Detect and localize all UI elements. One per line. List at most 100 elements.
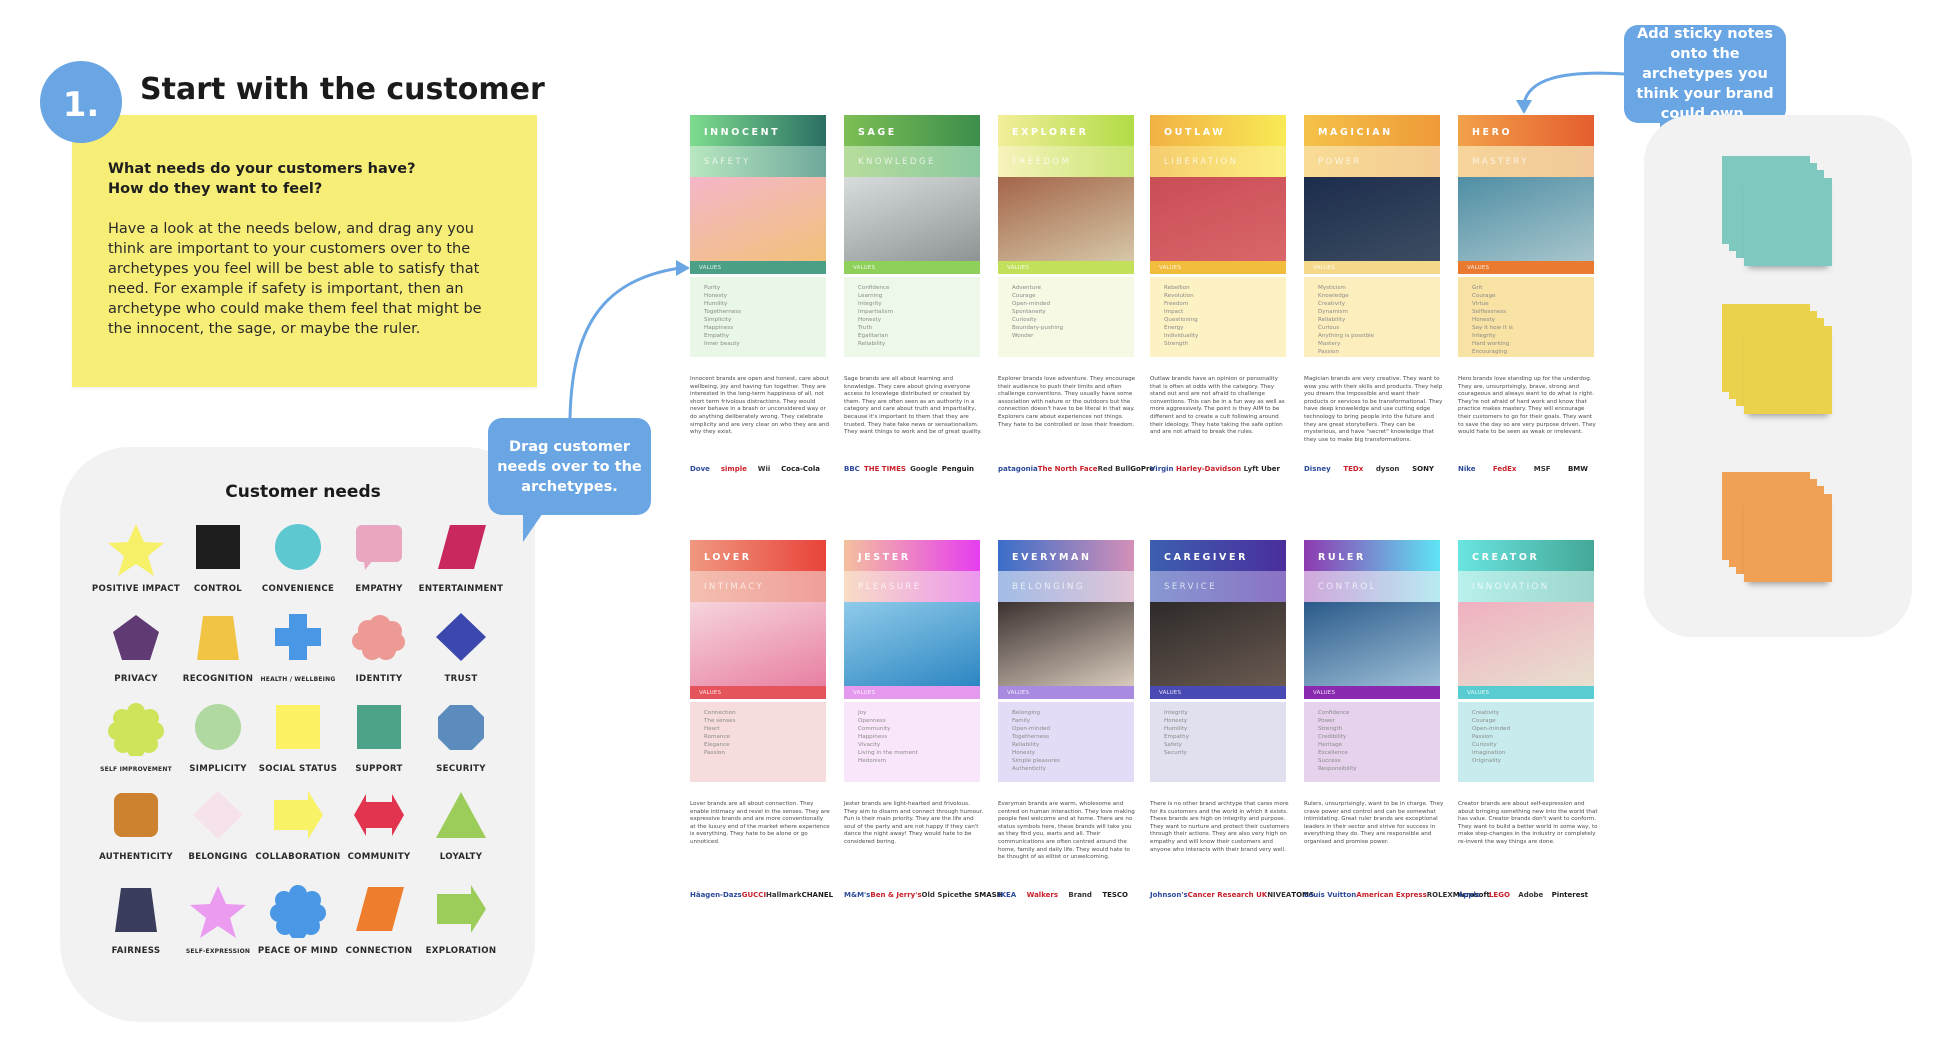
need-security[interactable]: Security	[413, 700, 509, 790]
archetype-value: Creativity	[1318, 301, 1346, 307]
archetype-value: Passion	[1472, 734, 1493, 740]
brand-logo: Pinterest	[1551, 891, 1588, 899]
sticky-note-stack-yellow[interactable]	[1722, 304, 1834, 416]
archetype-card-jester[interactable]: JESTER PLEASURE VALUES Joy Openness Commun…	[844, 540, 983, 847]
archetype-value: The senses	[704, 718, 736, 724]
need-loyalty[interactable]: Loyalty	[413, 788, 509, 878]
sticky-note[interactable]	[1744, 494, 1832, 582]
archetype-description: Jester brands are light-hearted and friv…	[844, 801, 984, 845]
brand-logo: Harley-Davidson	[1176, 465, 1242, 473]
archetype-value: Curious	[1318, 325, 1340, 331]
archetype-value: Togetherness	[1012, 734, 1050, 740]
archetype-value: Dynamism	[1318, 309, 1348, 315]
brand-logo: Ben & Jerry's	[870, 891, 922, 899]
brand-logo: IKEA	[998, 891, 1017, 899]
archetype-value: Creativity	[1472, 710, 1500, 716]
archetype-value: Authenticity	[1012, 766, 1046, 772]
archetype-card-hero[interactable]: HERO MASTERY VALUES Grit Courage Virtue Sel…	[1458, 115, 1596, 437]
intro-sticky-note[interactable]: What needs do your customers have? How d…	[72, 115, 537, 387]
archetype-values-list: Adventure Courage Open-minded Spontaneity Cu…	[998, 277, 1134, 357]
brand-logo: American Express	[1356, 891, 1427, 899]
need-exploration[interactable]: Exploration	[413, 882, 509, 972]
sticky-note[interactable]	[1744, 178, 1832, 266]
archetype-value: Courage	[1472, 293, 1496, 299]
sticky-note-stack-teal[interactable]	[1722, 156, 1834, 268]
intro-question-2: How do they want to feel?	[108, 181, 323, 197]
archetype-card-ruler[interactable]: RULER CONTROL VALUES Confidence Power Stre…	[1304, 540, 1443, 847]
archetype-value: Revolution	[1164, 293, 1194, 299]
archetype-value: Security	[1164, 750, 1187, 756]
archetype-value: Individuality	[1164, 333, 1199, 339]
archetype-value: Openness	[858, 718, 886, 724]
brand-logos-innocent: Dove simple Wii Coca-Cola	[690, 458, 826, 480]
sticky-note-stack-orange[interactable]	[1722, 472, 1834, 584]
archetype-card-everyman[interactable]: EVERYMAN BELONGING VALUES Belonging Famil…	[998, 540, 1135, 862]
brand-logo: Louis Vuitton	[1304, 891, 1357, 899]
archetype-card-magician[interactable]: MAGICIAN POWER VALUES Mysticism Knowledge…	[1304, 115, 1442, 444]
brand-logo: patagonia	[998, 465, 1038, 473]
intro-question-1: What needs do your customers have?	[108, 161, 416, 177]
need-label: Exploration	[425, 946, 497, 956]
archetype-photo	[1150, 177, 1286, 261]
brand-logo: GUCCI	[741, 891, 767, 899]
archetype-values-list: Integrity Honesty Humility Empathy Safety Sec…	[1150, 702, 1286, 782]
archetype-card-lover[interactable]: LOVER INTIMACY VALUES Connection The sens…	[690, 540, 830, 847]
archetype-value: Say it how it is	[1472, 325, 1513, 331]
archetype-description: There is no other brand archtype that ca…	[1150, 801, 1290, 853]
archetype-card-sage[interactable]: SAGE KNOWLEDGE VALUES Confidence Learning…	[844, 115, 982, 437]
archetype-name: EXPLORER	[998, 115, 1134, 146]
archetype-description: Lover brands are all about connection. T…	[690, 801, 830, 845]
brand-logo: Virgin	[1150, 465, 1174, 473]
archetype-value: Community	[858, 726, 891, 732]
archetype-value: Humility	[1164, 726, 1188, 732]
trapezoid-shape-icon	[115, 888, 157, 932]
arrow-shape-icon	[437, 885, 486, 933]
cloud-shape-icon	[352, 615, 405, 660]
sticky-note[interactable]	[1744, 326, 1832, 414]
need-entertainment[interactable]: Entertainment	[413, 520, 509, 610]
brand-logo: Lyft	[1243, 465, 1259, 473]
need-label: Collaboration	[255, 852, 341, 862]
archetype-value: Egalitarian	[858, 333, 889, 339]
archetype-description: Innocent brands are open and honest, car…	[690, 376, 830, 436]
brand-logos-explorer: patagonia The North Face Red Bull GoPro	[998, 458, 1154, 480]
parallelogram-shape-icon	[438, 525, 486, 569]
archetype-value: Imagination	[1472, 750, 1506, 756]
values-label: VALUES	[1458, 686, 1594, 699]
archetype-card-caregiver[interactable]: CAREGIVER SERVICE VALUES Integrity Honest…	[1150, 540, 1289, 854]
square-shape-icon	[196, 525, 240, 569]
archetype-value: Impact	[1164, 309, 1184, 315]
brand-logos-caregiver: Johnson's Cancer Research UK NIVEA TOMS	[1150, 884, 1314, 906]
need-label: Authenticity	[99, 852, 173, 862]
brand-logo: CHANEL	[801, 891, 834, 899]
archetype-photo	[690, 177, 826, 261]
need-trust[interactable]: Trust	[413, 610, 509, 700]
cross-shape-icon	[275, 614, 321, 660]
archetype-value: Spontaneity	[1012, 309, 1046, 315]
intro-body: Have a look at the needs below, and drag…	[108, 221, 482, 337]
archetype-value: Confidence	[1318, 710, 1350, 716]
archetype-value: Questioning	[1164, 317, 1198, 323]
archetype-value: Truth	[858, 325, 873, 331]
sticky-to-archetypes-arrow	[1522, 71, 1625, 105]
archetype-value: Joy	[858, 710, 867, 716]
archetype-need: CONTROL	[1304, 571, 1440, 602]
archetype-card-explorer[interactable]: EXPLORER FREEDOM VALUES Adventure Courage…	[998, 115, 1135, 429]
pentagon-shape-icon	[113, 615, 159, 660]
need-label: Trust	[444, 674, 478, 684]
archetype-card-innocent[interactable]: INNOCENT SAFETY VALUES Purity Honesty Humi…	[690, 115, 829, 437]
brand-logos-everyman: IKEA Walkers Brand TESCO	[998, 884, 1134, 906]
archetype-photo	[1304, 177, 1440, 261]
archetype-need: POWER	[1304, 146, 1440, 177]
archetype-values-list: Mysticism Knowledge Creativity Dynamism Reli…	[1304, 277, 1440, 357]
archetype-value: Romance	[704, 734, 730, 740]
archetype-need: INNOVATION	[1458, 571, 1594, 602]
archetype-value: Family	[1012, 718, 1030, 724]
archetype-values-list: Connection The senses Heart Romance Elegance…	[690, 702, 826, 782]
brand-logo: MSF	[1533, 465, 1551, 473]
brand-logo: simple	[720, 465, 747, 473]
archetype-card-creator[interactable]: CREATOR INNOVATION VALUES Creativity Cour…	[1458, 540, 1598, 847]
archetype-card-outlaw[interactable]: OUTLAW LIBERATION VALUES Rebellion Revolu…	[1150, 115, 1286, 437]
archetype-photo	[1150, 602, 1286, 686]
archetype-name: JESTER	[844, 540, 980, 571]
